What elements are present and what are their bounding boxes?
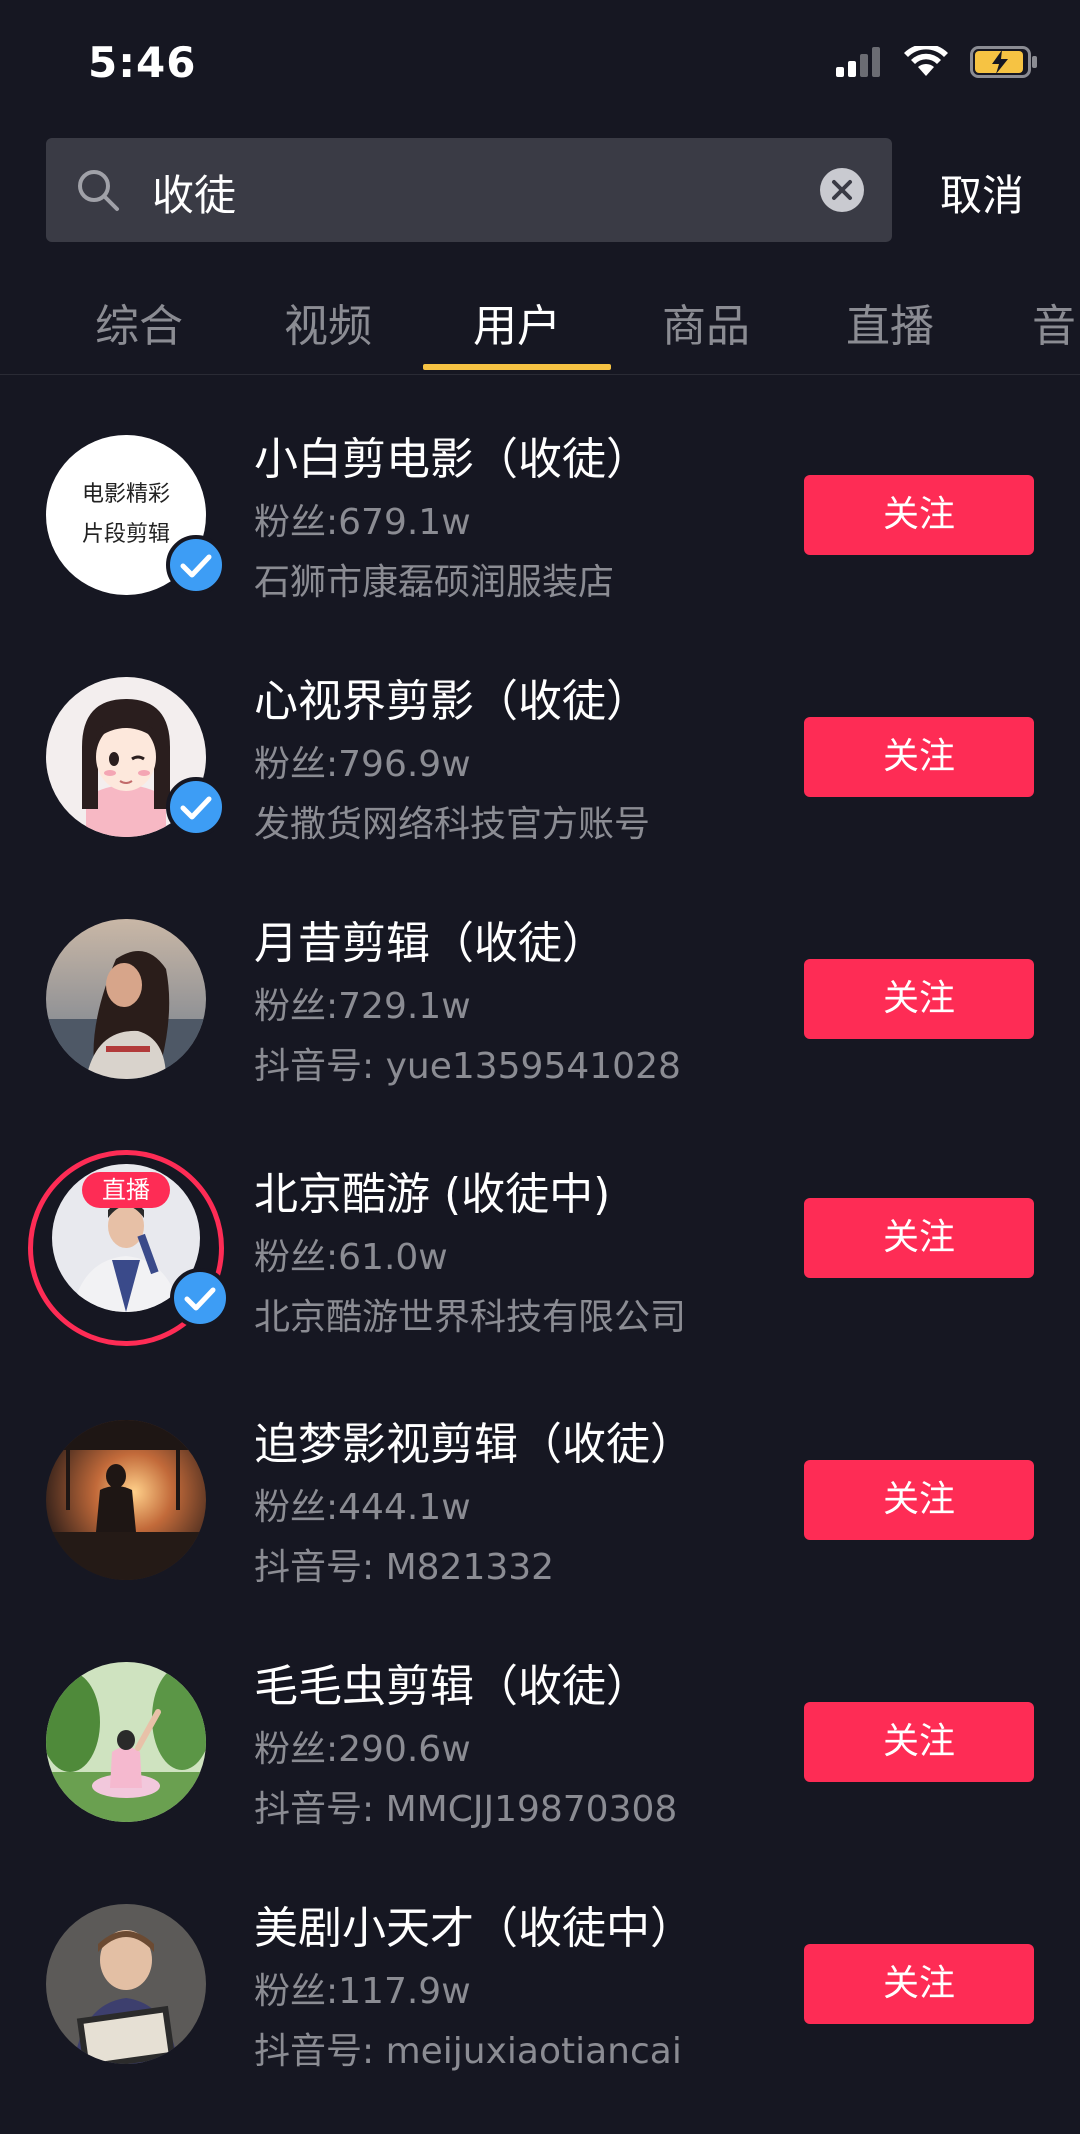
search-icon: [78, 170, 119, 211]
verified-badge-icon: [170, 1268, 230, 1328]
user-name[interactable]: 北京酷游 (收徒中): [254, 1158, 610, 1222]
follow-button[interactable]: 关注: [804, 1944, 1034, 2024]
status-bar: 5:46: [0, 0, 1080, 130]
user-row[interactable]: 美剧小天才（收徒中） 粉丝:117.9w 抖音号: meijuxiaotianc…: [0, 1892, 1080, 2134]
user-fans-count: 粉丝:117.9w: [254, 1971, 471, 2012]
user-row[interactable]: 直播 北京酷游 (收徒中) 粉丝:61.0w 北京酷游世界科技有限公司 关注: [0, 1150, 1080, 1400]
user-row[interactable]: 毛毛虫剪辑（收徒） 粉丝:290.6w 抖音号: MMCJJ19870308 关…: [0, 1650, 1080, 1892]
avatar[interactable]: [46, 919, 206, 1079]
cellular-signal-icon: [836, 47, 880, 77]
user-description: 抖音号: yue1359541028: [254, 1046, 681, 1087]
user-fans-count: 粉丝:444.1w: [254, 1487, 471, 1528]
follow-button[interactable]: 关注: [804, 717, 1034, 797]
user-row[interactable]: 追梦影视剪辑（收徒） 粉丝:444.1w 抖音号: M821332 关注: [0, 1408, 1080, 1650]
avatar[interactable]: [46, 1904, 206, 2064]
avatar[interactable]: [46, 1662, 206, 1822]
verified-badge-icon: [166, 535, 226, 595]
tab-comprehensive[interactable]: 综合: [45, 290, 233, 354]
user-name[interactable]: 毛毛虫剪辑（收徒）: [254, 1650, 650, 1714]
user-fans-count: 粉丝:796.9w: [254, 744, 471, 785]
tab-video[interactable]: 视频: [234, 290, 422, 354]
search-query[interactable]: 收徒: [152, 162, 236, 223]
tab-products[interactable]: 商品: [612, 290, 800, 354]
tab-music[interactable]: 音: [962, 290, 1080, 354]
user-fans-count: 粉丝:729.1w: [254, 986, 471, 1027]
user-name[interactable]: 小白剪电影（收徒）: [254, 423, 650, 487]
wifi-icon: [904, 46, 948, 76]
user-description: 石狮市康磊硕润服装店: [254, 562, 615, 603]
user-row[interactable]: 月昔剪辑（收徒） 粉丝:729.1w 抖音号: yue1359541028 关注: [0, 907, 1080, 1149]
avatar-text-line-2: 片段剪辑: [82, 522, 170, 547]
active-tab-indicator: [423, 364, 611, 370]
user-row[interactable]: 电影精彩 片段剪辑 小白剪电影（收徒） 粉丝:679.1w 石狮市康磊硕润服装店…: [0, 423, 1080, 665]
user-name[interactable]: 美剧小天才（收徒中）: [254, 1892, 694, 1956]
user-name[interactable]: 追梦影视剪辑（收徒）: [254, 1408, 694, 1472]
user-description: 抖音号: M821332: [254, 1547, 555, 1588]
tab-users[interactable]: 用户: [423, 290, 611, 354]
user-row[interactable]: 心视界剪影（收徒） 粉丝:796.9w 发撒货网络科技官方账号 关注: [0, 665, 1080, 907]
user-name[interactable]: 月昔剪辑（收徒）: [254, 907, 606, 971]
user-description: 抖音号: MMCJJ19870308: [254, 1789, 678, 1830]
avatar-text-line-1: 电影精彩: [82, 482, 170, 507]
live-badge: 直播: [82, 1172, 170, 1208]
status-time: 5:46: [88, 38, 197, 87]
verified-badge-icon: [166, 777, 226, 837]
tab-live[interactable]: 直播: [796, 290, 984, 354]
user-fans-count: 粉丝:290.6w: [254, 1729, 471, 1770]
follow-button[interactable]: 关注: [804, 1460, 1034, 1540]
follow-button[interactable]: 关注: [804, 959, 1034, 1039]
user-name[interactable]: 心视界剪影（收徒）: [254, 665, 650, 729]
follow-button[interactable]: 关注: [804, 475, 1034, 555]
clear-icon[interactable]: [818, 166, 866, 214]
status-icons: [836, 46, 1038, 78]
cancel-button[interactable]: 取消: [940, 162, 1024, 223]
search-input[interactable]: 收徒: [46, 138, 892, 242]
user-fans-count: 粉丝:679.1w: [254, 502, 471, 543]
user-fans-count: 粉丝:61.0w: [254, 1237, 448, 1278]
user-description: 发撒货网络科技官方账号: [254, 804, 651, 845]
follow-button[interactable]: 关注: [804, 1198, 1034, 1278]
avatar[interactable]: [46, 1420, 206, 1580]
battery-charging-icon: [970, 46, 1037, 78]
user-description: 抖音号: meijuxiaotiancai: [254, 2031, 682, 2072]
follow-button[interactable]: 关注: [804, 1702, 1034, 1782]
tab-bar: 综合 视频 用户 商品 直播 音: [0, 268, 1080, 375]
user-description: 北京酷游世界科技有限公司: [254, 1297, 687, 1338]
